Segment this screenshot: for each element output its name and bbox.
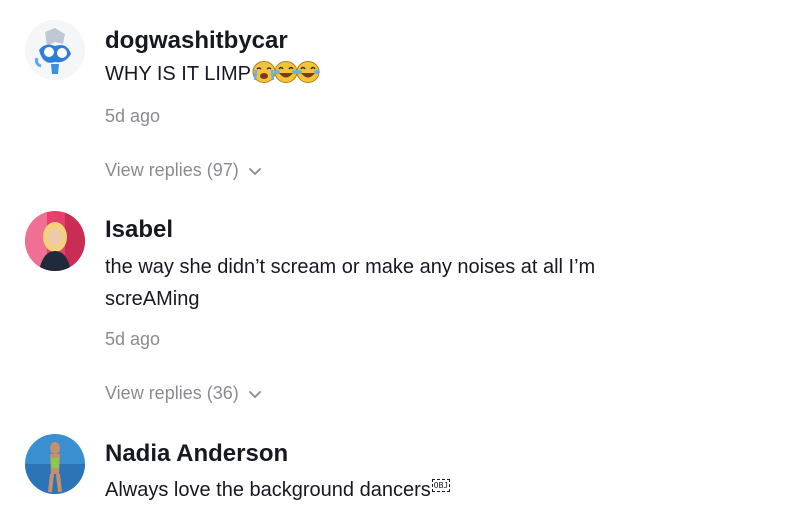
comment-text: the way she didn’t scream or make any no… [105, 251, 745, 315]
comment-username[interactable]: Nadia Anderson [105, 440, 288, 468]
comment-text-line: screAMing [105, 288, 200, 310]
avatar-image [25, 211, 85, 271]
emoji-group [252, 60, 321, 84]
face-with-tears-of-joy-icon [295, 61, 320, 83]
avatar-image [25, 434, 85, 494]
chevron-down-icon [248, 390, 261, 398]
avatar[interactable] [25, 434, 85, 494]
view-replies-label: View replies (97) [105, 160, 239, 180]
avatar[interactable] [25, 20, 85, 80]
view-replies-button[interactable]: View replies (97) [105, 160, 263, 181]
view-replies-label: View replies (36) [105, 383, 239, 403]
comment-username[interactable]: Isabel [105, 216, 173, 244]
avatar[interactable] [25, 211, 85, 271]
view-replies-button[interactable]: View replies (36) [105, 383, 263, 404]
avatar-image [25, 20, 85, 80]
comment-text-body: WHY IS IT LIMP [105, 63, 251, 85]
comment-username[interactable]: dogwashitbycar [105, 27, 288, 55]
comment-timestamp: 5d ago [105, 329, 161, 349]
comment-text-body: Always love the background dancers [105, 479, 431, 501]
comment-text: WHY IS IT LIMP [105, 58, 745, 90]
chevron-down-icon [248, 167, 261, 175]
comment-timestamp: 5d ago [105, 106, 161, 126]
comment-text: Always love the background dancers OBJ [105, 474, 745, 506]
comment-text-line: the way she didn’t scream or make any no… [105, 256, 596, 278]
object-replacement-glyph: OBJ [431, 479, 451, 492]
